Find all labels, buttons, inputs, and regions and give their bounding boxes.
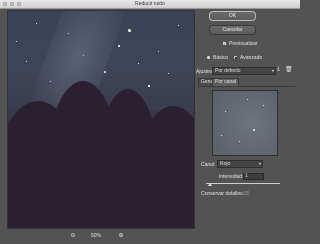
settings-dropdown[interactable]: Por defecto ▾: [212, 67, 276, 75]
intensity-slider-track[interactable]: [206, 183, 280, 184]
zoom-in-icon[interactable]: ⊕: [117, 232, 125, 240]
channel-dropdown[interactable]: Rojo ▾: [217, 160, 263, 168]
preserve-details-value: 35: [244, 191, 250, 197]
preserve-details-label: Conservar detalles:: [201, 191, 245, 197]
advanced-mode-label: Avanzado: [240, 55, 263, 61]
tab-divider: [198, 86, 295, 87]
chevron-down-icon: ▾: [258, 161, 261, 166]
channel-value: Rojo: [220, 161, 231, 167]
channel-preview-image[interactable]: [212, 90, 278, 156]
zoom-bar: ⊖ 50% ⊕: [7, 230, 195, 242]
preview-label: Previsualizar: [229, 41, 258, 47]
preview-checkbox[interactable]: ✓: [222, 41, 227, 46]
ok-button[interactable]: OK: [209, 11, 256, 21]
delete-settings-icon[interactable]: 🗑: [285, 66, 293, 73]
save-settings-icon[interactable]: ⤓: [277, 66, 280, 73]
zoom-out-icon[interactable]: ⊖: [69, 232, 77, 240]
intensity-slider-thumb[interactable]: [207, 183, 212, 186]
intensity-label: Intensidad:: [219, 174, 244, 180]
main-preview-image[interactable]: [7, 10, 195, 229]
window-title: Reducir ruido: [135, 1, 165, 7]
basic-mode-label: Básico: [213, 55, 229, 61]
intensity-input[interactable]: 1: [243, 173, 264, 180]
basic-mode-radio[interactable]: [206, 55, 211, 60]
zoom-level: 50%: [91, 233, 102, 239]
advanced-mode-radio[interactable]: [233, 55, 238, 60]
cancel-button[interactable]: Cancelar: [209, 25, 256, 35]
chevron-down-icon: ▾: [271, 68, 274, 73]
channel-label: Canal:: [201, 162, 216, 168]
settings-value: Por defecto: [215, 68, 241, 74]
